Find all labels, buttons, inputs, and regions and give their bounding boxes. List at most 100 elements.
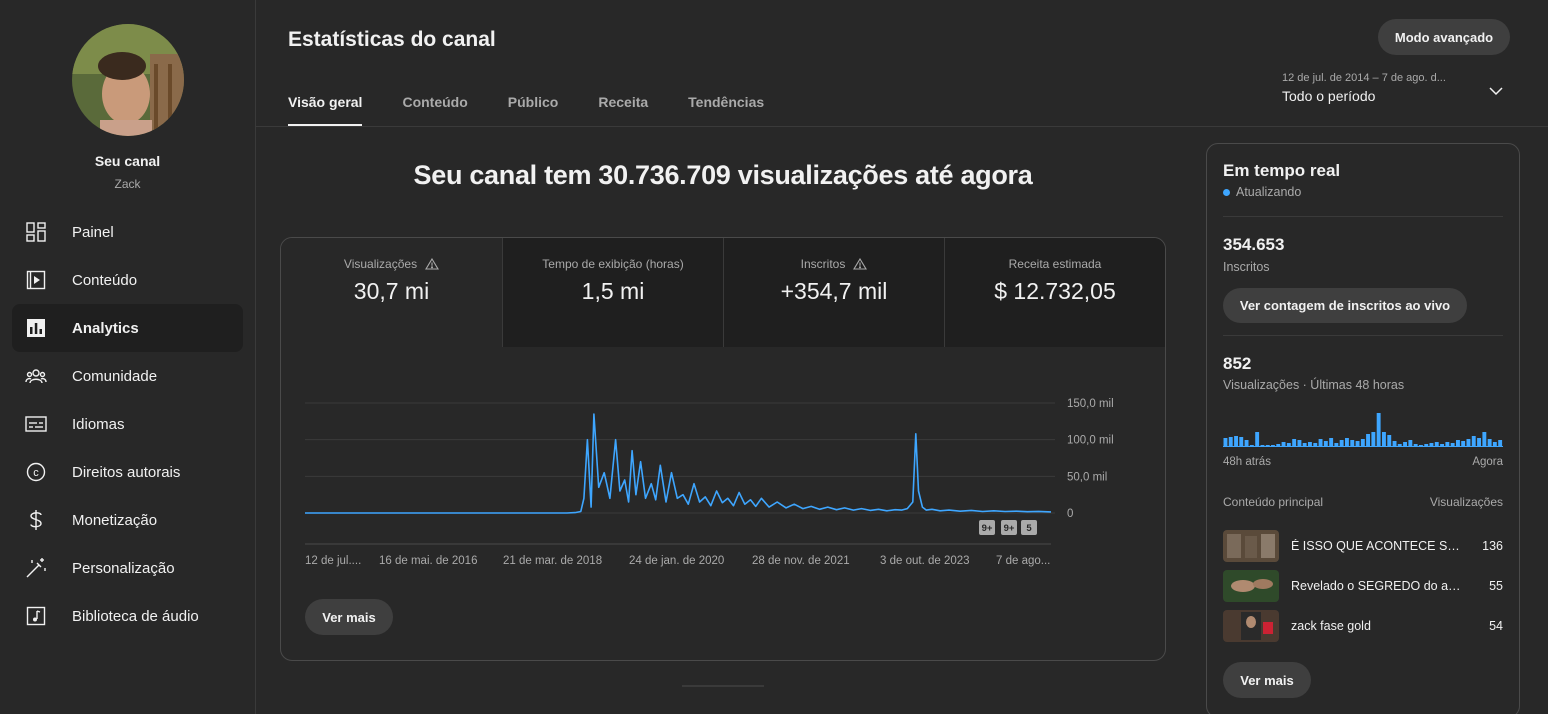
realtime-bar[interactable] [1308,442,1312,446]
realtime-bar[interactable] [1408,440,1413,446]
realtime-bar[interactable] [1392,441,1397,446]
realtime-bar[interactable] [1360,439,1365,446]
see-more-button[interactable]: Ver mais [305,599,393,635]
realtime-bar[interactable] [1345,438,1349,446]
realtime-bar[interactable] [1239,437,1244,446]
realtime-see-more-button[interactable]: Ver mais [1223,662,1311,698]
realtime-bar-chart[interactable] [1223,406,1503,448]
realtime-bar[interactable] [1302,443,1307,446]
top-content-title: Revelado o SEGREDO do ant... [1291,579,1463,593]
live-subscriber-count-button[interactable]: Ver contagem de inscritos ao vivo [1223,288,1467,323]
realtime-bar[interactable] [1255,432,1260,446]
advanced-mode-button[interactable]: Modo avançado [1378,19,1510,55]
realtime-bar[interactable] [1271,445,1275,446]
realtime-bar[interactable] [1434,442,1439,446]
headline: Seu canal tem 30.736.709 visualizações a… [413,160,1033,190]
metric-views[interactable]: Visualizações 30,7 mi [281,238,502,347]
chart-annotation-badge[interactable]: 9+ [1001,520,1017,535]
realtime-bar[interactable] [1471,436,1476,446]
realtime-bar[interactable] [1366,434,1370,446]
analytics-icon [24,316,48,340]
realtime-bar[interactable] [1228,437,1233,446]
chevron-down-icon[interactable] [1488,84,1504,102]
realtime-bar[interactable] [1339,440,1344,446]
realtime-bar[interactable] [1265,445,1270,446]
realtime-bar[interactable] [1397,444,1402,446]
metric-watch-time[interactable]: Tempo de exibição (horas) 1,5 mi [502,238,723,347]
realtime-bar[interactable] [1292,439,1297,446]
sidebar-item-conteudo[interactable]: Conteúdo [12,256,243,304]
realtime-bar[interactable] [1461,441,1466,446]
realtime-bar[interactable] [1260,445,1265,446]
avatar-image [72,24,184,136]
realtime-bar[interactable] [1450,443,1455,446]
sidebar-item-painel[interactable]: Painel [12,208,243,256]
subtitles-icon [24,412,48,436]
realtime-bar[interactable] [1223,438,1228,446]
metric-revenue[interactable]: Receita estimada $ 12.732,05 [944,238,1165,347]
sidebar-nav: Painel Conteúdo Analytics Comunidade Idi… [12,208,243,640]
top-content-row[interactable]: zack fase gold 54 [1223,610,1503,642]
realtime-bar[interactable] [1413,444,1418,446]
realtime-bar[interactable] [1482,432,1487,446]
realtime-bar[interactable] [1498,440,1503,446]
realtime-bar[interactable] [1297,440,1302,446]
period-selector[interactable]: 12 de jul. de 2014 – 7 de ago. d... Todo… [1282,72,1472,104]
realtime-bar[interactable] [1403,442,1407,446]
realtime-bar[interactable] [1477,438,1481,446]
realtime-bar[interactable] [1382,432,1386,446]
tab-receita[interactable]: Receita [598,84,648,126]
sidebar-item-comunidade[interactable]: Comunidade [12,352,243,400]
realtime-bar[interactable] [1419,445,1423,446]
realtime-bar[interactable] [1234,436,1238,446]
realtime-bar[interactable] [1329,438,1334,446]
views-line-chart[interactable]: 150,0 mil 100,0 mil 50,0 mil 0 9+ 9+ 5 12 de ju… [305,378,1135,578]
realtime-bar[interactable] [1334,443,1339,446]
realtime-bar[interactable] [1492,442,1497,446]
realtime-bar[interactable] [1286,443,1291,446]
sidebar-item-monetizacao[interactable]: Monetização [12,496,243,544]
top-content-row[interactable]: É ISSO QUE ACONTECE SE ... 136 [1223,530,1503,562]
realtime-bar[interactable] [1350,440,1355,446]
top-content-views: 55 [1489,579,1503,593]
realtime-bar[interactable] [1318,439,1323,446]
tab-publico[interactable]: Público [508,84,559,126]
realtime-panel: Em tempo real Atualizando 354.653 Inscri… [1206,143,1520,714]
realtime-views-label: Visualizações · Últimas 48 horas [1223,378,1405,392]
sidebar-item-direitos-autorais[interactable]: c Direitos autorais [12,448,243,496]
chart-annotation-badge[interactable]: 5 [1021,520,1037,535]
sidebar-item-personalizacao[interactable]: Personalização [12,544,243,592]
realtime-bar[interactable] [1371,432,1376,446]
video-thumbnail [1223,570,1279,602]
realtime-bar[interactable] [1429,443,1434,446]
metric-subscribers[interactable]: Inscritos +354,7 mil [723,238,944,347]
realtime-bar[interactable] [1376,413,1381,446]
chart-annotation-badge[interactable]: 9+ [979,520,995,535]
tab-tendencias[interactable]: Tendências [688,84,764,126]
realtime-bar[interactable] [1456,440,1460,446]
realtime-bar[interactable] [1440,444,1444,446]
metric-value: 1,5 mi [581,278,645,304]
realtime-bar[interactable] [1445,442,1450,446]
chart-series-line[interactable] [305,413,1052,514]
realtime-bar[interactable] [1244,440,1249,446]
sidebar-item-biblioteca-de-audio[interactable]: Biblioteca de áudio [12,592,243,640]
sidebar-item-analytics[interactable]: Analytics [12,304,243,352]
period-range: 12 de jul. de 2014 – 7 de ago. d... [1282,72,1446,84]
realtime-bar[interactable] [1276,444,1281,446]
realtime-bar[interactable] [1424,444,1429,446]
avatar[interactable] [72,24,184,136]
top-content-row[interactable]: Revelado o SEGREDO do ant... 55 [1223,570,1503,602]
realtime-bar[interactable] [1323,441,1328,446]
realtime-bar[interactable] [1281,442,1286,446]
realtime-bar[interactable] [1466,439,1471,446]
realtime-bar[interactable] [1249,445,1254,446]
tab-visao-geral[interactable]: Visão geral [288,84,363,126]
realtime-bar[interactable] [1387,435,1392,446]
tab-conteudo[interactable]: Conteúdo [402,84,467,126]
realtime-bar[interactable] [1313,443,1318,446]
realtime-bar[interactable] [1355,441,1360,446]
video-thumbnail [1223,530,1279,562]
realtime-bar[interactable] [1487,439,1492,446]
sidebar-item-idiomas[interactable]: Idiomas [12,400,243,448]
